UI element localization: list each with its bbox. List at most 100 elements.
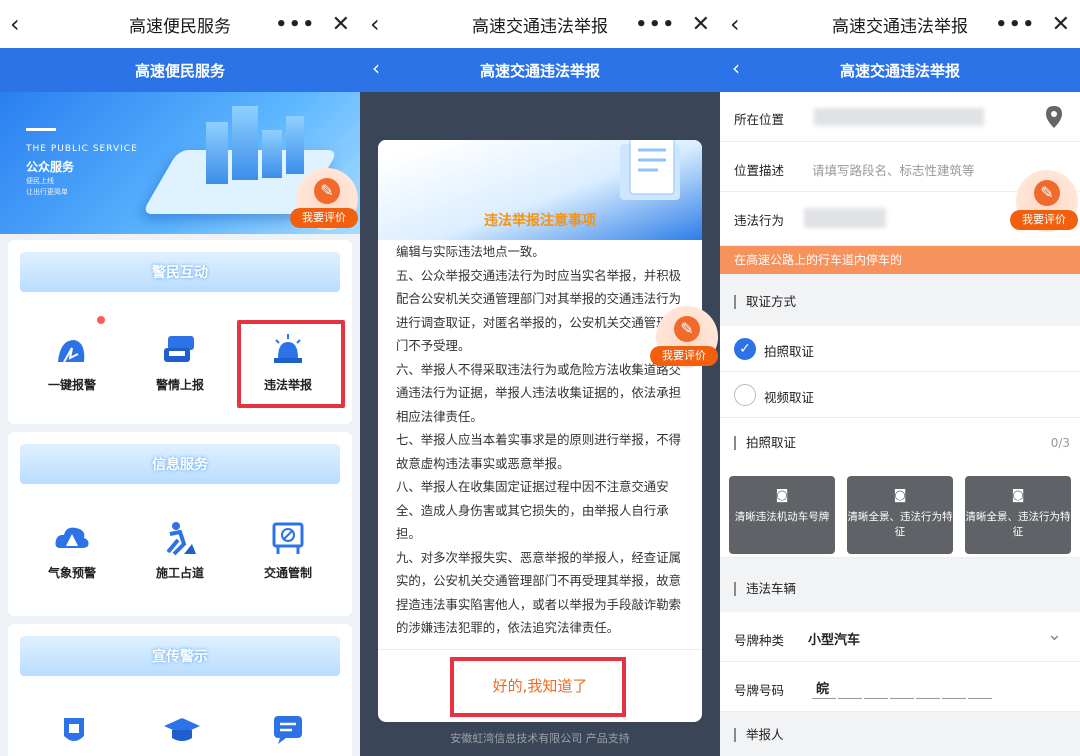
plate-type-label: 号牌种类 bbox=[734, 633, 785, 648]
plate-char-slot[interactable] bbox=[838, 698, 862, 699]
panel-report-form: ‹ 高速交通违法举报 ••• ✕ ‹ 高速交通违法举报 所在位置 位置描述 请填… bbox=[720, 0, 1080, 756]
evaluate-float-button[interactable]: ✎ 我要评价 bbox=[290, 168, 358, 230]
item-label: 一键报警 bbox=[47, 378, 96, 392]
section-info-service: 信息服务 气象预警 施工占道 交通管制 bbox=[8, 432, 352, 616]
radio-unchecked-icon[interactable] bbox=[734, 384, 756, 406]
wechat-title: 高速交通违法举报 bbox=[472, 16, 608, 37]
photo-slot-label: 清晰全景、违法行为特征 bbox=[847, 511, 953, 538]
location-value-redacted bbox=[814, 108, 984, 126]
one-key-alarm-button[interactable]: 一键报警 bbox=[22, 332, 122, 393]
close-icon[interactable]: ✕ bbox=[332, 12, 350, 37]
notice-paragraph: 七、举报人应当本着实事求是的原则进行举报，不得故意虚构违法事实或恶意举报。 bbox=[396, 432, 681, 471]
worker-icon bbox=[166, 522, 196, 556]
banner-dash bbox=[26, 128, 56, 131]
back-icon[interactable]: ‹ bbox=[730, 12, 740, 36]
back-icon[interactable]: ‹ bbox=[732, 56, 740, 80]
location-row[interactable]: 所在位置 bbox=[720, 92, 1080, 142]
weather-warning-button[interactable]: 气象预警 bbox=[22, 520, 122, 581]
wechat-title: 高速交通违法举报 bbox=[832, 16, 968, 37]
chevron-down-icon[interactable]: ⌄ bbox=[1047, 624, 1062, 645]
location-label: 所在位置 bbox=[734, 112, 785, 127]
section-publicity: 宣传警示 bbox=[8, 624, 352, 756]
barrier-icon bbox=[272, 522, 304, 554]
banner-cn: 公众服务 bbox=[26, 160, 75, 174]
photo-section-title: 拍照取证 bbox=[734, 436, 796, 450]
evaluate-float-button[interactable]: ✎ 我要评价 bbox=[1010, 170, 1078, 232]
behavior-select-redacted[interactable] bbox=[804, 208, 886, 228]
plate-char-slot[interactable] bbox=[864, 698, 888, 699]
video-option-row[interactable]: 视频取证 bbox=[720, 372, 1080, 418]
shield-icon[interactable] bbox=[58, 714, 90, 746]
notice-paragraph: 编辑与实际违法地点一致。 bbox=[396, 244, 545, 259]
nav-bar: 高速便民服务 bbox=[0, 48, 360, 92]
wechat-title-bar: ‹ 高速交通违法举报 ••• ✕ bbox=[720, 0, 1080, 48]
photo-slot-2[interactable]: ◙ 清晰全景、违法行为特征 bbox=[847, 476, 953, 554]
close-icon[interactable]: ✕ bbox=[1052, 12, 1070, 37]
item-label: 气象预警 bbox=[47, 566, 96, 580]
notice-modal: 违法举报注意事项 编辑与实际违法地点一致。 五、公众举报交通违法行为时应当实名举… bbox=[378, 140, 702, 722]
building-illustration bbox=[286, 116, 304, 174]
plate-type-value: 小型汽车 bbox=[808, 633, 861, 648]
plate-char-slot[interactable] bbox=[968, 698, 992, 699]
traffic-control-button[interactable]: 交通管制 bbox=[238, 520, 338, 581]
plate-char-slot[interactable] bbox=[812, 698, 836, 699]
more-icon[interactable]: ••• bbox=[995, 14, 1036, 35]
modal-title: 违法举报注意事项 bbox=[484, 213, 596, 229]
plate-number-row[interactable]: 号牌号码 皖 bbox=[720, 662, 1080, 712]
location-desc-input[interactable]: 请填写路段名、标志性建筑等 bbox=[812, 160, 975, 179]
photo-slot-3[interactable]: ◙ 清晰全景、违法行为特征 bbox=[965, 476, 1071, 554]
message-icon[interactable] bbox=[272, 714, 304, 746]
wechat-title-bar: ‹ 高速交通违法举报 ••• ✕ bbox=[360, 0, 720, 48]
more-icon[interactable]: ••• bbox=[275, 14, 316, 35]
location-pin-icon[interactable] bbox=[1046, 106, 1062, 128]
camera-icon: ◙ bbox=[775, 488, 789, 503]
notice-text[interactable]: 编辑与实际违法地点一致。 五、公众举报交通违法行为时应当实名举报，并积极配合公安… bbox=[396, 240, 684, 640]
evaluate-float-button[interactable]: ✎ 我要评价 bbox=[650, 306, 718, 368]
camera-icon: ◙ bbox=[1011, 488, 1025, 503]
photo-slot-1[interactable]: ◙ 清晰违法机动车号牌 bbox=[729, 476, 835, 554]
notice-paragraph: 九、对多次举报失实、恶意举报的举报人，经查证属实的，公安机关交通管理部门不再受理… bbox=[396, 549, 681, 636]
section-title: 信息服务 bbox=[20, 444, 340, 484]
nav-bar: ‹ 高速交通违法举报 bbox=[720, 48, 1080, 92]
building-illustration bbox=[206, 122, 228, 184]
behavior-value-banner: 在高速公路上的行车道内停车的 bbox=[720, 246, 1080, 274]
item-label: 交通管制 bbox=[263, 566, 312, 580]
footer-credit: 安徽虹湾信息技术有限公司 产品支持 bbox=[450, 732, 630, 745]
photo-option-row[interactable]: ✓ 拍照取证 bbox=[720, 326, 1080, 372]
banner-slogan-1: 便民上线 bbox=[26, 177, 54, 185]
notice-paragraph: 六、举报人不得采取违法行为或危险方法收集道路交通违法行为证据，举报人违法收集证据… bbox=[396, 361, 681, 424]
back-icon[interactable]: ‹ bbox=[10, 12, 20, 36]
banner-en: THE PUBLIC SERVICE bbox=[26, 144, 138, 154]
plate-char-slot[interactable] bbox=[916, 698, 940, 699]
close-icon[interactable]: ✕ bbox=[692, 12, 710, 37]
camera-icon: ◙ bbox=[893, 488, 907, 503]
document-illustration-icon bbox=[620, 140, 680, 200]
construction-button[interactable]: 施工占道 bbox=[130, 520, 230, 581]
banner-slogan-2: 让出行更简单 bbox=[26, 188, 68, 196]
video-option-label: 视频取证 bbox=[764, 390, 815, 405]
evaluate-label: 我要评价 bbox=[1010, 210, 1078, 230]
plate-province[interactable]: 皖 bbox=[816, 678, 829, 697]
panel-service-home: ‹ 高速便民服务 ••• ✕ 高速便民服务 THE PUBLIC SERVICE… bbox=[0, 0, 360, 756]
back-icon[interactable]: ‹ bbox=[370, 12, 380, 36]
reporter-section-title: 举报人 bbox=[734, 728, 784, 742]
nav-title: 高速交通违法举报 bbox=[479, 61, 600, 80]
building-illustration bbox=[262, 130, 282, 178]
incident-report-button[interactable]: 警情上报 bbox=[130, 332, 230, 393]
edit-icon: ✎ bbox=[314, 178, 340, 204]
photo-count: 0/3 bbox=[1050, 436, 1070, 450]
nav-title: 高速交通违法举报 bbox=[839, 61, 960, 80]
highlight-box bbox=[450, 657, 626, 717]
notice-paragraph: 五、公众举报交通违法行为时应当实名举报，并积极配合公安机关交通管理部门对其举报的… bbox=[396, 267, 681, 354]
wechat-title-bar: ‹ 高速便民服务 ••• ✕ bbox=[0, 0, 360, 48]
graduation-cap-icon[interactable] bbox=[162, 714, 202, 746]
plate-type-row[interactable]: 号牌种类 小型汽车 ⌄ bbox=[720, 612, 1080, 662]
edit-icon: ✎ bbox=[1034, 180, 1060, 206]
plate-char-slot[interactable] bbox=[890, 698, 914, 699]
item-label: 警情上报 bbox=[155, 378, 204, 392]
radio-checked-icon[interactable]: ✓ bbox=[734, 338, 756, 360]
more-icon[interactable]: ••• bbox=[635, 14, 676, 35]
plate-char-slot[interactable] bbox=[942, 698, 966, 699]
back-icon[interactable]: ‹ bbox=[372, 56, 380, 80]
notification-dot bbox=[97, 316, 105, 324]
